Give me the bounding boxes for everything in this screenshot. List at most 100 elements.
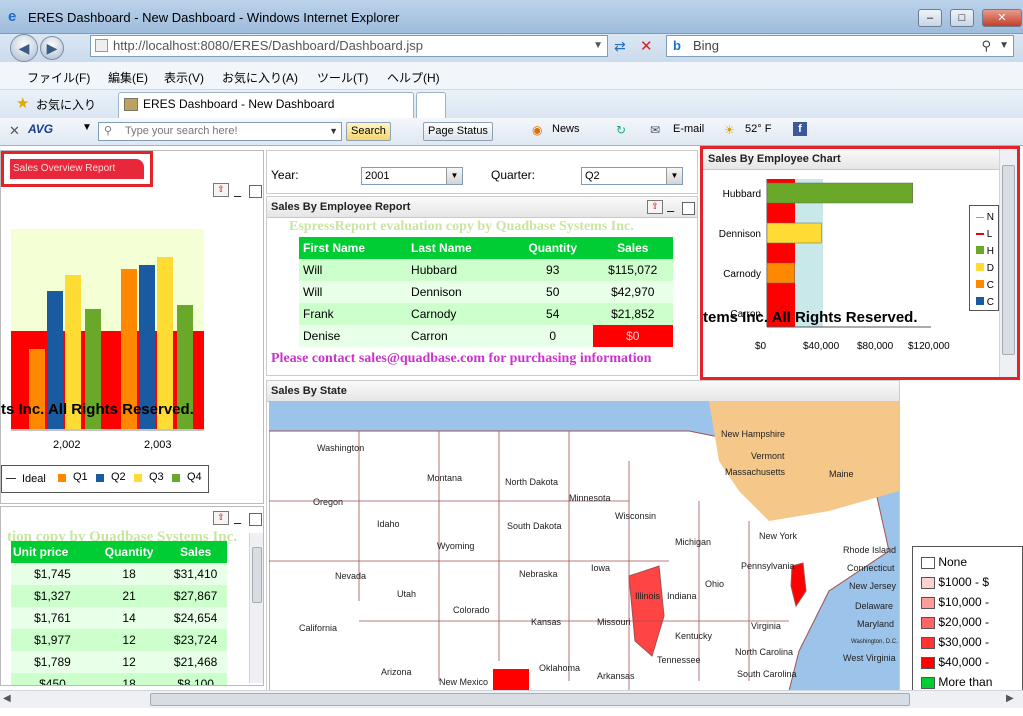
new-tab-button[interactable] [416,92,446,118]
news-button[interactable]: News [552,123,580,135]
chevron-down-icon[interactable]: ▼ [446,168,462,184]
quarter-label: Quarter: [491,168,536,182]
back-button[interactable]: ◀ [10,34,38,62]
label-new-york: New York [759,531,798,541]
legend-row: More than [921,675,992,689]
export-icon[interactable]: ⇧ [647,200,663,214]
sales-overview-tab[interactable]: Sales Overview Report [10,159,144,179]
menu-file[interactable]: ファイル(F) [27,69,90,86]
window-title-bar: e ERES Dashboard - New Dashboard - Windo… [0,0,1023,34]
year-label: Year: [271,168,299,182]
quarter-select[interactable]: Q2 ▼ [581,167,683,185]
export-icon[interactable]: ⇧ [213,511,229,525]
legend-line-icon [6,478,16,479]
col-first-name[interactable]: First Name [299,237,408,259]
chevron-down-icon[interactable]: ▼ [666,168,682,184]
employee-report-panel: Sales By Employee Report ⇧ – EspressRepo… [266,196,698,376]
table-row: Frank Carnody 54 $21,852 [299,303,673,325]
cell: Hubbard [411,263,458,277]
stop-icon[interactable]: ✕ [640,37,653,55]
chevron-down-icon[interactable]: ▼ [999,36,1009,56]
menu-view[interactable]: 表示(V) [164,69,204,86]
scrollbar-thumb[interactable] [150,693,910,706]
magnifier-icon: ⚲ [104,125,113,137]
bar-dennison[interactable] [766,222,822,244]
refresh-icon[interactable]: ⇄ [614,38,626,55]
email-button[interactable]: E-mail [673,123,704,135]
maximize-panel-icon[interactable] [249,513,262,526]
col-sales[interactable]: Sales [592,237,673,259]
col-quantity[interactable]: Quantity [93,541,165,563]
vertical-scrollbar[interactable] [249,533,263,683]
toolbar-search-button[interactable]: Search [346,122,391,141]
map-legend: None $1000 - $ $10,000 - $20,000 - $30,0… [912,546,1023,692]
export-icon[interactable]: ⇧ [213,183,229,197]
close-toolbar-icon[interactable]: ✕ [9,123,20,139]
scroll-right-icon[interactable]: ▶ [1006,693,1014,704]
favorites-label[interactable]: お気に入り [36,96,96,113]
horizontal-scrollbar[interactable]: ◀ ▶ [0,690,1023,708]
chevron-down-icon[interactable]: ▼ [329,123,338,140]
label-washington-dc: Washington, D.C. [851,639,898,645]
menu-help[interactable]: ヘルプ(H) [387,69,440,86]
chevron-down-icon[interactable]: ▼ [82,122,92,133]
menu-favorites[interactable]: お気に入り(A) [222,69,298,86]
label-vermont: Vermont [751,451,785,461]
x-tick-2002: 2,002 [53,439,81,451]
close-button[interactable]: ✕ [982,9,1022,27]
col-sales[interactable]: Sales [164,541,227,563]
product-sales-panel: ⇧ – tion copy by Quadbase Systems Inc. U… [0,506,264,686]
legend-item: H [976,246,994,257]
state-texas-partial[interactable] [493,669,529,691]
year-select[interactable]: 2001 ▼ [361,167,463,185]
report-watermark: EspressReport evaluation copy by Quadbas… [289,219,634,234]
col-quantity[interactable]: Quantity [512,237,593,259]
search-placeholder: Type your search here! [125,125,238,137]
minimize-button[interactable]: – [918,9,942,27]
bing-search-input[interactable]: b Bing ⚲ ▼ [666,35,1014,57]
label-new-jersey: New Jersey [849,581,897,591]
label-tennessee: Tennessee [657,655,701,665]
bar-hubbard[interactable] [766,182,914,204]
col-last-name[interactable]: Last Name [407,237,513,259]
label-new-mexico: New Mexico [439,677,488,687]
menu-edit[interactable]: 編集(E) [108,69,148,86]
table-row: $1,745 18 $31,410 [11,563,227,585]
forward-button[interactable]: ▶ [40,36,64,60]
browser-tab[interactable]: ERES Dashboard - New Dashboard [118,92,414,118]
label-connecticut: Connecticut [847,563,895,573]
label-california: California [299,623,337,633]
maximize-button[interactable]: □ [950,9,974,27]
page-status-button[interactable]: Page Status [423,122,493,141]
chevron-down-icon[interactable]: ▼ [593,36,603,56]
url-text: http://localhost:8080/ERES/Dashboard/Das… [113,38,424,53]
maximize-panel-icon[interactable] [249,185,262,198]
label-north-dakota: North Dakota [505,477,558,487]
cell: $1,977 [34,633,71,647]
table-row: Denise Carron 0 $0 [299,325,673,347]
toolbar-search-input[interactable]: ⚲ Type your search here! ▼ [98,122,342,141]
cell: Dennison [411,285,462,299]
facebook-icon[interactable]: f [793,122,807,136]
minimize-panel-icon[interactable]: – [667,203,674,218]
weather-button[interactable]: 52° F [745,123,771,135]
legend-q4: Q4 [187,471,202,483]
y-tick-label: Carnody [723,269,761,280]
col-unit-price[interactable]: Unit price [11,541,94,563]
menu-tools[interactable]: ツール(T) [317,69,368,86]
chart-vertical-scrollbar[interactable] [999,149,1017,377]
url-input[interactable]: http://localhost:8080/ERES/Dashboard/Das… [90,35,608,57]
scroll-left-icon[interactable]: ◀ [3,693,11,704]
label-west-virginia: West Virginia [843,653,896,663]
minimize-panel-icon[interactable]: – [234,515,241,530]
sales-overview-highlight: Sales Overview Report [1,151,153,187]
scrollbar-thumb[interactable] [1002,165,1015,355]
scrollbar-thumb[interactable] [252,547,262,603]
magnifier-icon[interactable]: ⚲ [981,36,991,56]
cell: $8,100 [177,677,214,686]
maximize-panel-icon[interactable] [682,202,695,215]
translate-icon[interactable]: ↻ [616,123,626,137]
bar-carnody[interactable] [766,262,795,284]
cell: Frank [303,307,334,321]
table-row: Will Dennison 50 $42,970 [299,281,673,303]
